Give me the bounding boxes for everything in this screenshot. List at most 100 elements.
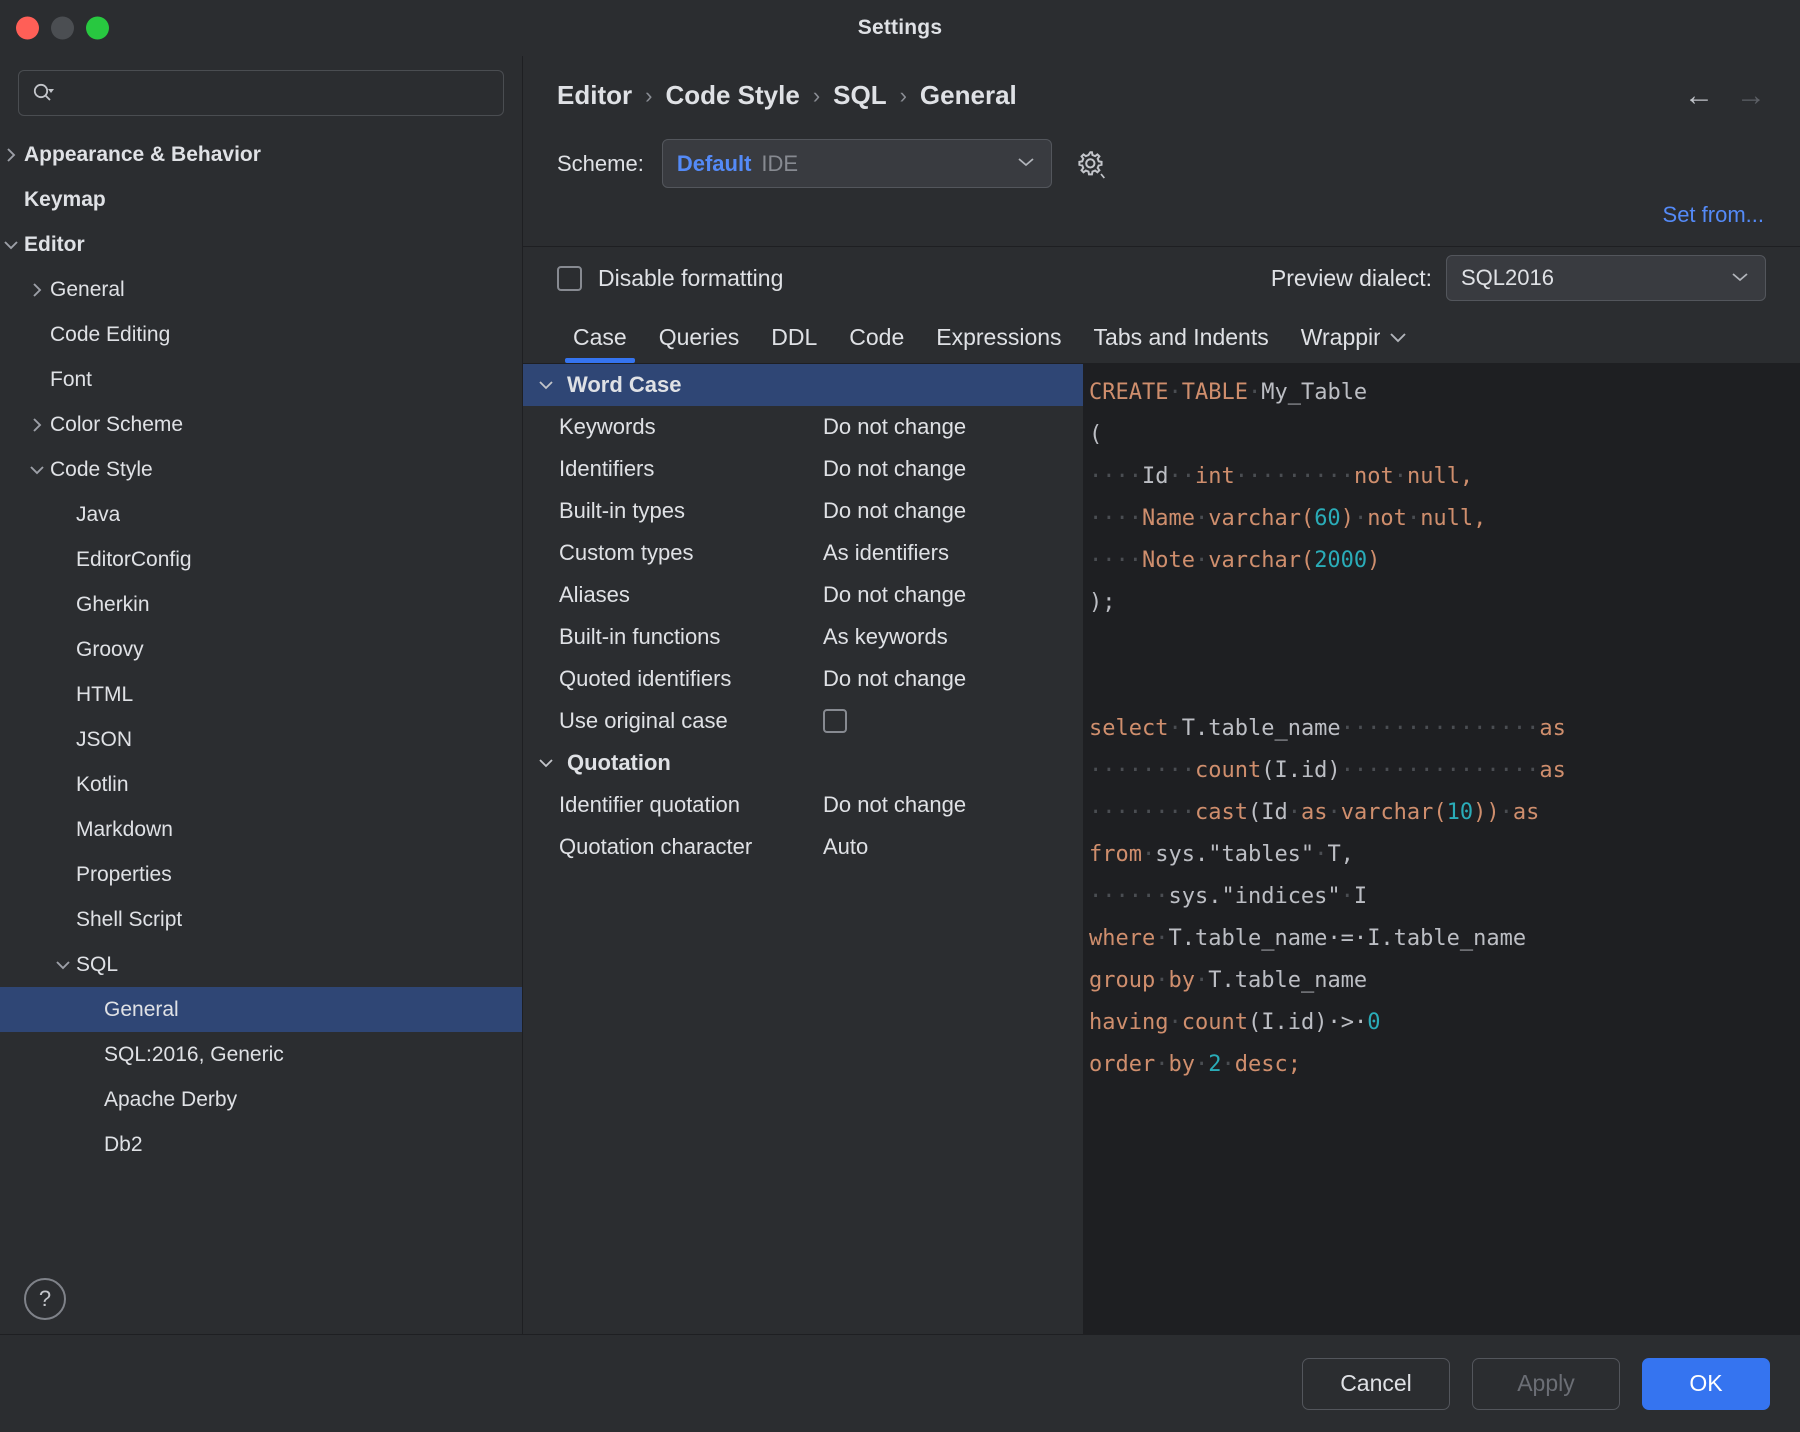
tab-case[interactable]: Case [557,324,643,363]
chevron-down-icon[interactable] [531,378,561,392]
options-group-header[interactable]: Word Case [523,364,1083,406]
option-value[interactable]: Do not change [823,792,966,818]
disable-formatting-label: Disable formatting [598,265,783,292]
scheme-select[interactable]: Default IDE [662,139,1052,188]
code-token: · [1407,506,1420,531]
chevron-down-icon[interactable] [0,237,24,253]
chevron-right-icon[interactable] [24,280,50,300]
tab-code[interactable]: Code [833,324,920,363]
code-line: ); [1089,582,1800,624]
gear-icon[interactable] [1070,143,1112,185]
sidebar-item-code-style[interactable]: Code Style [0,447,522,492]
options-row[interactable]: Identifier quotationDo not change [523,784,1083,826]
code-token: ··············· [1341,758,1540,783]
code-preview[interactable]: CREATE·TABLE·My_Table(····Id··int·······… [1083,364,1800,1334]
scheme-name: Default [677,151,752,177]
sidebar-item-kotlin[interactable]: Kotlin [0,762,522,807]
breadcrumb-segment[interactable]: Code Style [665,80,799,111]
tab-expressions[interactable]: Expressions [920,324,1077,363]
option-label: Quotation [561,750,1083,776]
options-row[interactable]: Custom typesAs identifiers [523,532,1083,574]
tab-queries[interactable]: Queries [643,324,756,363]
sidebar-item-label: General [104,998,179,1022]
sidebar-item-keymap[interactable]: Keymap [0,177,522,222]
back-arrow-icon[interactable]: ← [1684,81,1714,111]
sidebar-item-java[interactable]: Java [0,492,522,537]
code-token: ) [1367,548,1380,573]
sidebar-item-markdown[interactable]: Markdown [0,807,522,852]
content-split: Word CaseKeywordsDo not changeIdentifier… [523,363,1800,1334]
options-row[interactable]: IdentifiersDo not change [523,448,1083,490]
sidebar-item-editorconfig[interactable]: EditorConfig [0,537,522,582]
code-token: · [1195,548,1208,573]
sidebar-item-font[interactable]: Font [0,357,522,402]
code-token: I.table_name [1367,926,1526,951]
sidebar-item-appearance-behavior[interactable]: Appearance & Behavior [0,132,522,177]
option-checkbox[interactable] [823,709,847,733]
sidebar-item-properties[interactable]: Properties [0,852,522,897]
options-row[interactable]: AliasesDo not change [523,574,1083,616]
set-from-link[interactable]: Set from... [1663,202,1764,228]
minimize-button[interactable] [51,17,74,40]
search-input[interactable] [61,83,491,104]
tab-wrapping[interactable]: Wrapping [1285,324,1380,363]
preview-dialect-select[interactable]: SQL2016 [1446,255,1766,301]
option-value[interactable]: Auto [823,834,868,860]
options-row[interactable]: Built-in typesDo not change [523,490,1083,532]
options-row: Disable formatting Preview dialect: SQL2… [523,247,1800,309]
chevron-down-icon[interactable] [50,957,76,973]
disable-formatting-checkbox[interactable] [557,266,582,291]
sidebar-item-general[interactable]: General [0,267,522,312]
options-group-header[interactable]: Quotation [523,742,1083,784]
sidebar-item-groovy[interactable]: Groovy [0,627,522,672]
zoom-button[interactable] [86,17,109,40]
chevron-down-icon[interactable] [531,756,561,770]
options-row[interactable]: Quoted identifiersDo not change [523,658,1083,700]
sidebar-item-general[interactable]: General [0,987,522,1032]
options-row[interactable]: Use original case [523,700,1083,742]
code-token: varchar( [1341,800,1447,825]
code-line: CREATE·TABLE·My_Table [1089,372,1800,414]
sidebar-item-gherkin[interactable]: Gherkin [0,582,522,627]
options-row[interactable]: Quotation characterAuto [523,826,1083,868]
tab-ddl[interactable]: DDL [755,324,833,363]
ok-button[interactable]: OK [1642,1358,1770,1410]
chevron-right-icon[interactable] [0,145,24,165]
sidebar-item-sql-2016-generic[interactable]: SQL:2016, Generic [0,1032,522,1077]
sidebar-item-sql[interactable]: SQL [0,942,522,987]
settings-tabs[interactable]: CaseQueriesDDLCodeExpressionsTabs and In… [523,309,1800,363]
option-value[interactable]: Do not change [823,456,966,482]
option-value[interactable]: Do not change [823,498,966,524]
sidebar-item-json[interactable]: JSON [0,717,522,762]
settings-tree[interactable]: Appearance & BehaviorKeymapEditor General… [0,126,522,1334]
sidebar-item-label: General [50,278,125,302]
sidebar-item-apache-derby[interactable]: Apache Derby [0,1077,522,1122]
sidebar-item-code-editing[interactable]: Code Editing [0,312,522,357]
breadcrumb-segment[interactable]: Editor [557,80,632,111]
sidebar-item-html[interactable]: HTML [0,672,522,717]
sidebar-item-label: Groovy [76,638,144,662]
option-value[interactable]: Do not change [823,414,966,440]
option-value[interactable]: As identifiers [823,540,949,566]
help-button[interactable]: ? [24,1278,66,1320]
sidebar-item-editor[interactable]: Editor [0,222,522,267]
tabs-overflow-chevron-icon[interactable] [1386,328,1410,363]
cancel-button[interactable]: Cancel [1302,1358,1450,1410]
code-token: · [1341,884,1354,909]
option-value[interactable]: Do not change [823,582,966,608]
code-token: varchar( [1208,506,1314,531]
sidebar-item-color-scheme[interactable]: Color Scheme [0,402,522,447]
options-row[interactable]: Built-in functionsAs keywords [523,616,1083,658]
search-box[interactable] [18,70,504,116]
close-button[interactable] [16,17,39,40]
tab-tabs-and-indents[interactable]: Tabs and Indents [1078,324,1285,363]
sidebar-item-shell-script[interactable]: Shell Script [0,897,522,942]
sidebar-item-db2[interactable]: Db2 [0,1122,522,1167]
chevron-right-icon[interactable] [24,415,50,435]
chevron-down-icon[interactable] [24,462,50,478]
option-value[interactable]: As keywords [823,624,948,650]
breadcrumb-segment[interactable]: SQL [833,80,886,111]
options-row[interactable]: KeywordsDo not change [523,406,1083,448]
option-value[interactable]: Do not change [823,666,966,692]
code-style-options-list[interactable]: Word CaseKeywordsDo not changeIdentifier… [523,364,1083,1334]
